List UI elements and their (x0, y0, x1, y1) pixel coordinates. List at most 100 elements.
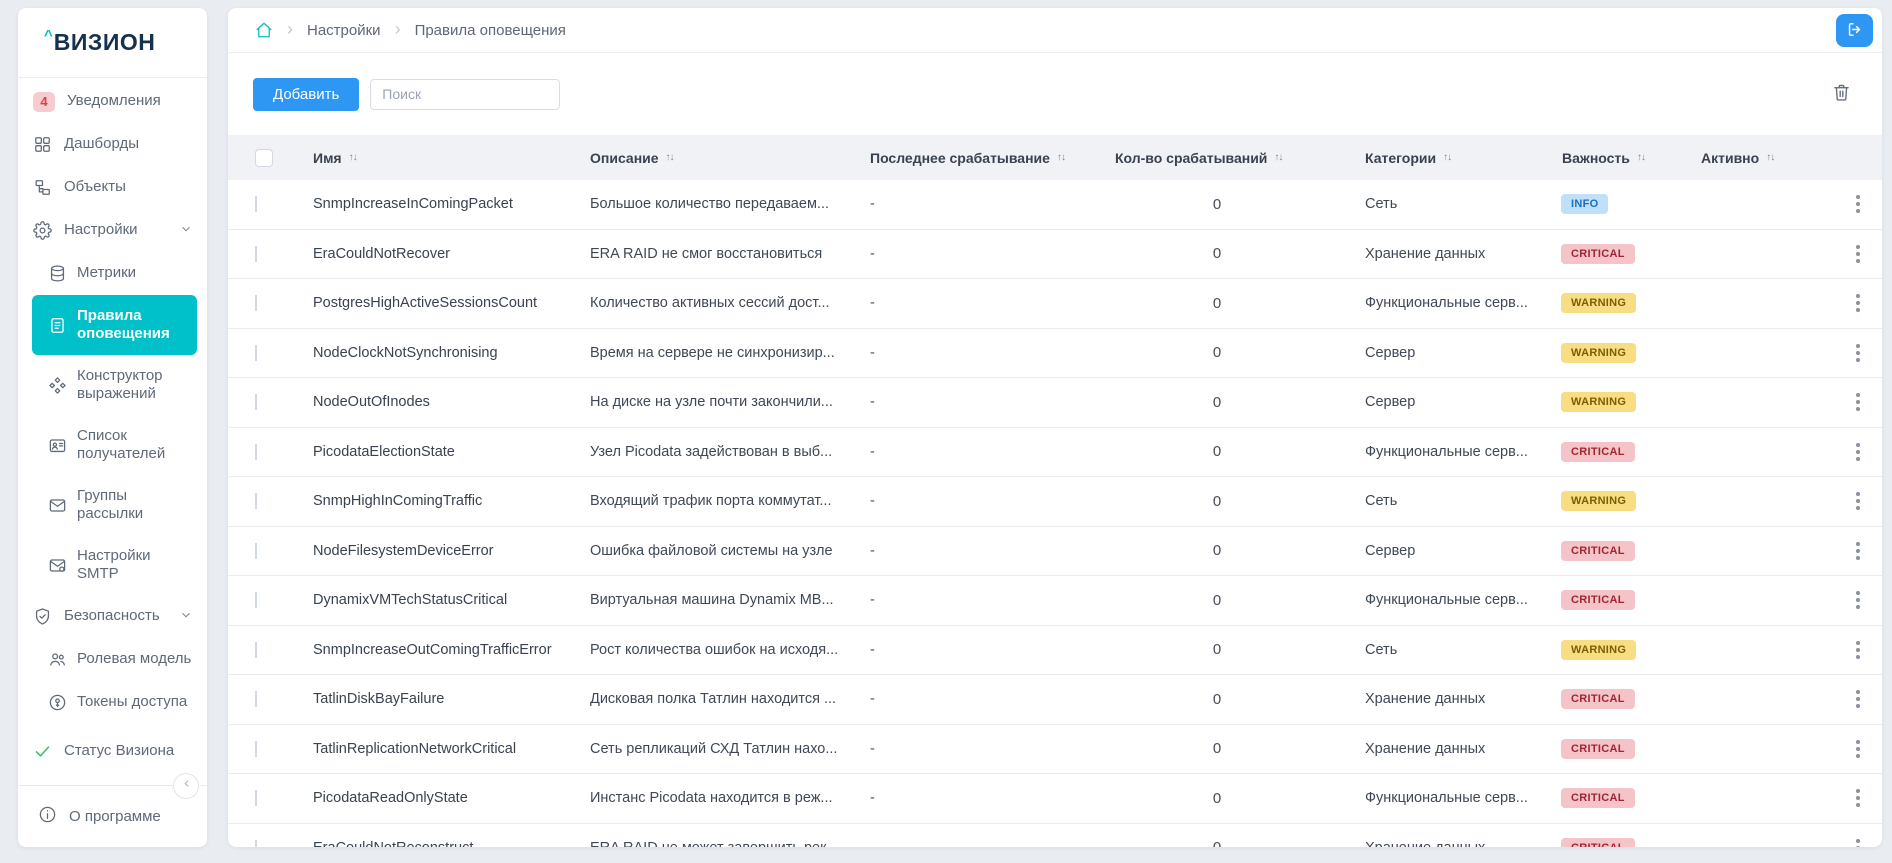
table-row: DynamixVMTechStatusCriticalВиртуальная м… (228, 576, 1882, 626)
column-header-3[interactable]: Последнее срабатывание↑↓ (847, 150, 1092, 166)
row-menu-button[interactable] (1852, 488, 1864, 514)
severity-badge: WARNING (1561, 491, 1636, 511)
severity-badge: CRITICAL (1561, 838, 1635, 847)
rule-name: SnmpIncreaseOutComingTrafficError (290, 642, 567, 658)
row-checkbox[interactable] (255, 345, 257, 361)
sidebar-item-security[interactable]: Безопасность (18, 595, 207, 638)
row-checkbox[interactable] (255, 642, 257, 658)
rule-name: SnmpIncreaseInComingPacket (290, 196, 567, 212)
row-checkbox[interactable] (255, 295, 257, 311)
row-menu-button[interactable] (1852, 439, 1864, 465)
sidebar-item-label: Статус Визиона (64, 742, 174, 760)
row-menu-button[interactable] (1852, 637, 1864, 663)
breadcrumb-item-settings[interactable]: Настройки (307, 22, 381, 39)
last-triggered: - (847, 493, 1092, 509)
sidebar-item-smtp-settings[interactable]: Настройки SMTP (18, 535, 207, 595)
main-panel: › Настройки › Правила оповещения Добавит… (228, 8, 1882, 847)
last-triggered: - (847, 840, 1092, 847)
row-menu-button[interactable] (1852, 736, 1864, 762)
last-triggered: - (847, 642, 1092, 658)
rule-description: Рост количества ошибок на исходя... (567, 642, 847, 658)
row-checkbox[interactable] (255, 691, 257, 707)
sidebar-item-mailing-groups[interactable]: Группы рассылки (18, 475, 207, 535)
last-triggered: - (847, 246, 1092, 262)
row-menu-button[interactable] (1852, 191, 1864, 217)
row-menu-button[interactable] (1852, 785, 1864, 811)
logout-button[interactable] (1836, 14, 1873, 47)
rule-name: NodeClockNotSynchronising (290, 345, 567, 361)
gear-icon (33, 221, 52, 240)
logo-text: ВИЗИОН (54, 29, 156, 56)
row-menu-button[interactable] (1852, 290, 1864, 316)
home-icon[interactable] (255, 21, 273, 39)
row-checkbox[interactable] (255, 246, 257, 262)
rule-description: Входящий трафик порта коммутат... (567, 493, 847, 509)
row-menu-button[interactable] (1852, 241, 1864, 267)
row-menu-button[interactable] (1852, 835, 1864, 847)
rule-description: Дисковая полка Татлин находится ... (567, 691, 847, 707)
breadcrumb-separator: › (287, 19, 293, 40)
sidebar-item-metrics[interactable]: Метрики (18, 252, 207, 295)
sidebar-collapse-button[interactable] (173, 773, 199, 799)
rule-name: SnmpHighInComingTraffic (290, 493, 567, 509)
row-menu-button[interactable] (1852, 538, 1864, 564)
sidebar-item-settings[interactable]: Настройки (18, 209, 207, 252)
sidebar: ^ ВИЗИОН 4 Уведомления Дашборды Объекты Наст… (18, 8, 207, 847)
row-checkbox[interactable] (255, 840, 257, 847)
severity-badge: CRITICAL (1561, 689, 1635, 709)
row-menu-button[interactable] (1852, 340, 1864, 366)
row-checkbox[interactable] (255, 493, 257, 509)
row-checkbox[interactable] (255, 741, 257, 757)
row-checkbox[interactable] (255, 444, 257, 460)
row-checkbox[interactable] (255, 543, 257, 559)
select-all-checkbox[interactable] (255, 149, 273, 167)
sidebar-item-notifications[interactable]: 4 Уведомления (18, 80, 207, 123)
table-row: NodeFilesystemDeviceErrorОшибка файловой… (228, 527, 1882, 577)
rule-category: Хранение данных (1342, 840, 1539, 847)
sidebar-item-objects[interactable]: Объекты (18, 166, 207, 209)
rule-description: Узел Picodata задействован в выб... (567, 444, 847, 460)
table-row: SnmpIncreaseInComingPacketБольшое количе… (228, 180, 1882, 230)
search-input[interactable] (370, 79, 560, 110)
breadcrumb-item-alert-rules[interactable]: Правила оповещения (415, 22, 566, 39)
sidebar-item-label: Объекты (64, 178, 126, 196)
rule-category: Сервер (1342, 394, 1539, 410)
sidebar-item-access-tokens[interactable]: Токены доступа (18, 681, 207, 724)
row-checkbox[interactable] (255, 592, 257, 608)
column-header-4[interactable]: Кол-во срабатываний↑↓ (1092, 150, 1342, 166)
column-header-2[interactable]: Описание↑↓ (567, 150, 847, 166)
table-row: EraCouldNotReconstructERA RAID не может … (228, 824, 1882, 848)
row-checkbox[interactable] (255, 196, 257, 212)
sidebar-item-dashboards[interactable]: Дашборды (18, 123, 207, 166)
rule-description: ERA RAID не может завершить рек... (567, 840, 847, 847)
column-header-1[interactable]: Имя↑↓ (290, 150, 567, 166)
column-header-5[interactable]: Категории↑↓ (1342, 150, 1539, 166)
severity-badge: WARNING (1561, 640, 1636, 660)
sidebar-divider (18, 785, 207, 786)
row-menu-button[interactable] (1852, 389, 1864, 415)
rule-description: Время на сервере не синхронизир... (567, 345, 847, 361)
row-menu-button[interactable] (1852, 686, 1864, 712)
last-triggered: - (847, 444, 1092, 460)
sidebar-item-label: Уведомления (67, 92, 161, 110)
sidebar-item-recipients-list[interactable]: Список получателей (18, 415, 207, 475)
severity-badge: CRITICAL (1561, 739, 1635, 759)
chevron-left-icon (180, 777, 193, 795)
delete-button[interactable] (1831, 82, 1852, 106)
column-header-6[interactable]: Важность↑↓ (1539, 150, 1678, 166)
sidebar-item-expression-builder[interactable]: Конструктор выражений (18, 355, 207, 415)
rule-category: Хранение данных (1342, 246, 1539, 262)
notification-count-badge: 4 (33, 92, 55, 112)
app-logo: ^ ВИЗИОН (18, 8, 207, 78)
rule-description: Ошибка файловой системы на узле (567, 543, 847, 559)
sidebar-item-role-model[interactable]: Ролевая модель (18, 638, 207, 681)
row-menu-button[interactable] (1852, 587, 1864, 613)
breadcrumb-separator: › (395, 19, 401, 40)
sidebar-item-alert-rules[interactable]: Правила оповещения (32, 295, 197, 355)
row-checkbox[interactable] (255, 790, 257, 806)
sidebar-item-vision-status[interactable]: Статус Визиона (18, 730, 207, 773)
column-header-7[interactable]: Активно↑↓ (1678, 150, 1834, 166)
add-button[interactable]: Добавить (253, 78, 359, 111)
rule-description: ERA RAID не смог восстановиться (567, 246, 847, 262)
row-checkbox[interactable] (255, 394, 257, 410)
